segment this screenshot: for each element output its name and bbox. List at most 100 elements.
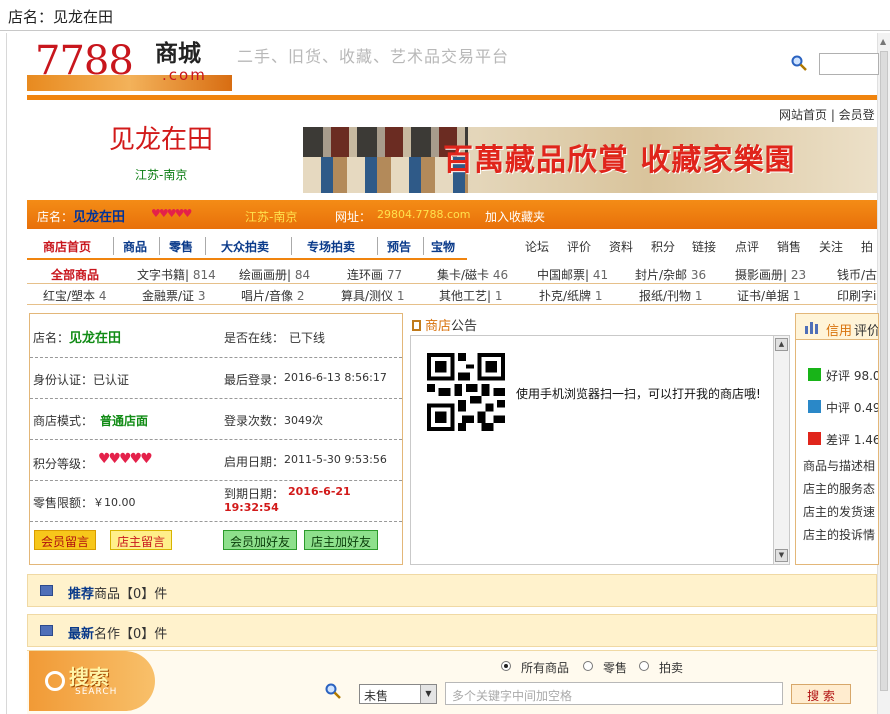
qr-hint: 使用手机浏览器扫一扫，可以打开我的商店哦! — [516, 387, 761, 401]
latest-section-bar[interactable]: 最新名作【0】件 — [27, 614, 877, 647]
category-item[interactable]: 集卡/磁卡 46 — [437, 266, 508, 283]
info-label: 店名： — [33, 331, 70, 345]
nav-sales[interactable]: 销售 — [777, 238, 801, 255]
shop-page: 7788 商城 .com 二手、旧货、收藏、艺术品交易平台 网站首页 | 会员登… — [27, 33, 879, 714]
scroll-thumb[interactable] — [880, 51, 888, 691]
nav-special-auction[interactable]: 专场拍卖 — [307, 238, 355, 255]
nav-comments[interactable]: 点评 — [735, 238, 759, 255]
search-area: 搜索 SEARCH 所有商品 零售 拍卖 未售 ▼ 多个关键字中间加空格 搜 索 — [27, 650, 877, 714]
search-logo-en: SEARCH — [75, 687, 118, 697]
nav-treasure[interactable]: 宝物 — [431, 238, 455, 255]
category-item[interactable]: 唱片/音像 2 — [241, 287, 305, 304]
category-item[interactable]: 红宝/塑本 4 — [43, 287, 107, 304]
category-item[interactable]: 金融票/证 3 — [142, 287, 206, 304]
nav-follow[interactable]: 关注 — [819, 238, 843, 255]
category-count: 1 — [494, 289, 503, 303]
info-label: 是否在线： — [224, 331, 285, 345]
category-label: 其他工艺| — [439, 289, 492, 303]
category-item[interactable]: 报纸/刊物 1 — [639, 287, 703, 304]
category-label: 文字书籍| — [137, 268, 190, 282]
recommend-title-b: 商品【0】件 — [94, 587, 168, 602]
info-label: 零售限额： — [33, 496, 94, 510]
category-label: 唱片/音像 — [241, 289, 294, 303]
keyword-input[interactable]: 多个关键字中间加空格 — [445, 682, 783, 705]
banner-text: 百萬藏品欣賞 收藏家樂園 — [443, 143, 796, 178]
rating-line: 店主的投诉情 — [803, 528, 876, 542]
top-links[interactable]: 网站首页 | 会员登 — [779, 106, 875, 123]
category-item[interactable]: 印刷字i — [837, 287, 876, 304]
info-row: 积分等级： ♥♥♥♥♥ 启用日期： 2011-5-30 9:53:56 — [30, 440, 402, 481]
info-online-status: 已下线 — [289, 331, 326, 345]
member-add-friend-button[interactable]: 会员加好友 — [223, 530, 298, 550]
nav-divider — [205, 237, 206, 255]
category-item[interactable]: 文字书籍| 814 — [137, 266, 216, 283]
scroll-down-icon[interactable]: ▼ — [775, 549, 788, 562]
info-shop-mode: 普通店面 — [100, 414, 149, 428]
nav-divider — [291, 237, 292, 255]
logo-number: 7788 — [35, 38, 134, 84]
nav-links[interactable]: 链接 — [692, 238, 716, 255]
notice-title-b: 公告 — [451, 319, 478, 334]
category-item[interactable]: 连环画 77 — [347, 266, 402, 283]
status-select[interactable]: 未售 ▼ — [359, 684, 437, 704]
scroll-up-arrow-icon[interactable]: ▲ — [880, 37, 886, 46]
notice-title-a: 商店 — [425, 319, 452, 334]
category-label: 金融票/证 — [142, 289, 195, 303]
scope-all-radio[interactable] — [501, 661, 511, 671]
category-item[interactable]: 证书/单据 1 — [737, 287, 801, 304]
scroll-up-icon[interactable]: ▲ — [775, 338, 788, 351]
nav-retail[interactable]: 零售 — [169, 238, 193, 255]
category-item[interactable]: 全部商品 — [51, 266, 99, 283]
category-label: 红宝/塑本 — [43, 289, 96, 303]
nav-forum[interactable]: 论坛 — [525, 238, 549, 255]
status-select-value: 未售 — [364, 689, 389, 703]
notice-header: 商店公告 — [412, 315, 477, 334]
infobar-url-label: 网址： — [335, 210, 372, 224]
category-item[interactable]: 扑克/纸牌 1 — [539, 287, 603, 304]
nav-preview[interactable]: 预告 — [387, 238, 411, 255]
category-item[interactable]: 摄影画册| 23 — [735, 266, 806, 283]
info-shop-name: 见龙在田 — [69, 331, 122, 346]
latest-title-b: 名作【0】件 — [94, 627, 168, 642]
category-count: 814 — [192, 268, 216, 282]
nav-auction-more[interactable]: 拍 — [861, 238, 873, 255]
top-search-input[interactable] — [819, 53, 879, 75]
category-item[interactable]: 中国邮票| 41 — [537, 266, 608, 283]
scope-auction-radio[interactable] — [639, 661, 649, 671]
nav-shop-home[interactable]: 商店首页 — [43, 238, 91, 255]
category-item[interactable]: 封片/杂邮 36 — [635, 266, 706, 283]
search-icon[interactable] — [791, 55, 807, 71]
recommend-section-bar[interactable]: 推荐商品【0】件 — [27, 574, 877, 607]
search-button[interactable]: 搜 索 — [791, 684, 851, 704]
negative-color-icon — [808, 432, 821, 445]
infobar-url[interactable]: 29804.7788.com — [377, 208, 470, 221]
site-logo[interactable]: 7788 商城 .com — [27, 39, 237, 91]
category-count: 77 — [386, 268, 403, 282]
category-item[interactable]: 钱币/古 — [837, 266, 877, 283]
nav-public-auction[interactable]: 大众拍卖 — [221, 238, 269, 255]
scope-retail-radio[interactable] — [583, 661, 593, 671]
category-item[interactable]: 绘画画册| 84 — [239, 266, 310, 283]
latest-title: 最新名作【0】件 — [68, 623, 167, 642]
scope-all-label: 所有商品 — [521, 661, 570, 675]
category-item[interactable]: 其他工艺| 1 — [439, 287, 503, 304]
owner-add-friend-button[interactable]: 店主加好友 — [304, 530, 379, 550]
category-label: 钱币/古 — [837, 268, 878, 282]
shop-info-bar: 店名： 见龙在田 ♥♥♥♥♥ 江苏-南京 网址： 29804.7788.com … — [27, 200, 877, 229]
credit-title-a: 信用 — [826, 324, 853, 339]
member-message-button[interactable]: 会员留言 — [34, 530, 97, 550]
nav-goods[interactable]: 商品 — [123, 238, 147, 255]
infobar-shop-name[interactable]: 见龙在田 — [73, 206, 125, 225]
add-favorite-link[interactable]: 加入收藏夹 — [485, 208, 545, 225]
notice-scrollbar[interactable]: ▲ ▼ — [773, 336, 789, 564]
owner-message-button[interactable]: 店主留言 — [110, 530, 173, 550]
nav-reviews[interactable]: 评价 — [567, 238, 591, 255]
nav-divider — [159, 237, 160, 255]
nav-profile[interactable]: 资料 — [609, 238, 633, 255]
nav-points[interactable]: 积分 — [651, 238, 675, 255]
category-item[interactable]: 算具/测仪 1 — [341, 287, 405, 304]
category-count: 3 — [197, 289, 206, 303]
info-row: 店名： 见龙在田 是否在线： 已下线 — [30, 314, 402, 358]
info-row: 身份认证： 已认证 最后登录： 2016-6-13 8:56:17 — [30, 358, 402, 399]
chevron-down-icon[interactable]: ▼ — [420, 685, 436, 703]
